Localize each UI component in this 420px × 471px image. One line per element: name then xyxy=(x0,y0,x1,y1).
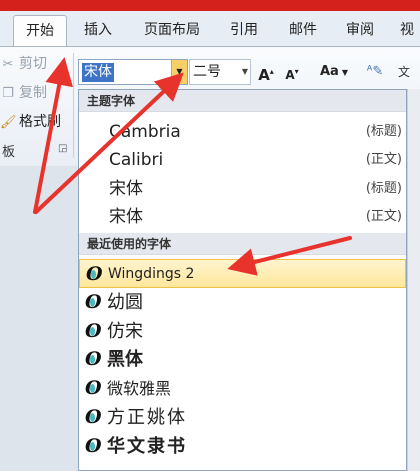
copy-label: 复制 xyxy=(19,85,47,101)
recent-font-item[interactable]: O 仿宋 xyxy=(79,317,406,346)
group-separator xyxy=(73,53,74,158)
format-painter-label: 格式刷 xyxy=(19,114,61,130)
theme-font-item[interactable]: 宋体 (正文) xyxy=(79,203,406,231)
clipboard-group-label: 板 xyxy=(2,145,16,160)
chevron-down-icon[interactable]: ▼ xyxy=(242,60,248,84)
font-type-icon: O xyxy=(85,377,102,399)
cut-button[interactable]: ✂ 剪切 xyxy=(0,52,47,76)
theme-fonts-header: 主题字体 xyxy=(79,90,406,112)
tab-references[interactable]: 引用 xyxy=(222,15,266,46)
window-title-bar xyxy=(0,0,420,11)
theme-font-item[interactable]: 宋体 (标题) xyxy=(79,175,406,203)
font-item-name: 宋体 xyxy=(109,179,143,199)
tab-view[interactable]: 视 xyxy=(395,15,419,46)
scissors-icon: ✂ xyxy=(2,57,14,72)
font-item-name: Cambria xyxy=(109,122,181,142)
font-item-name: 幼圆 xyxy=(107,292,143,313)
font-item-role: (正文) xyxy=(365,152,402,167)
font-type-icon: O xyxy=(85,435,102,457)
font-type-icon: O xyxy=(85,406,102,428)
recent-font-item[interactable]: O 黑体 xyxy=(79,345,406,374)
font-item-role: (标题) xyxy=(365,124,402,139)
grow-font-icon[interactable]: A▴ xyxy=(256,59,276,85)
clear-format-icon[interactable]: ᴬ✎ xyxy=(364,59,386,85)
chevron-down-icon[interactable]: ▼ xyxy=(171,60,187,84)
phonetic-guide-icon[interactable]: 文 xyxy=(394,59,414,85)
shrink-font-icon[interactable]: A▾ xyxy=(282,59,302,85)
font-item-name: 华文隶书 xyxy=(107,436,187,457)
recent-font-item[interactable]: O 微软雅黑 xyxy=(79,374,406,403)
document-area xyxy=(0,166,78,471)
font-item-role: (正文) xyxy=(365,209,402,224)
ribbon-right-edge xyxy=(407,89,420,471)
recent-fonts-header: 最近使用的字体 xyxy=(79,233,406,255)
tab-home[interactable]: 开始 xyxy=(13,15,67,46)
format-painter-button[interactable]: 🖌 格式刷 xyxy=(0,110,61,134)
tab-insert[interactable]: 插入 xyxy=(76,15,120,46)
tab-mailings[interactable]: 邮件 xyxy=(281,15,325,46)
font-type-icon: O xyxy=(85,320,102,342)
dialog-launcher-icon[interactable]: ◲ xyxy=(58,143,67,154)
font-item-name: Wingdings 2 xyxy=(108,266,195,282)
copy-icon: ❐ xyxy=(2,86,14,101)
recent-font-item-wingdings[interactable]: O Wingdings 2 xyxy=(79,259,406,288)
font-item-name: Calibri xyxy=(109,150,164,170)
recent-font-item[interactable]: O 方正姚体 xyxy=(79,403,406,432)
copy-button[interactable]: ❐ 复制 xyxy=(0,81,47,105)
theme-font-item[interactable]: Cambria (标题) xyxy=(79,118,406,146)
cut-label: 剪切 xyxy=(19,56,47,72)
font-dropdown-list[interactable]: 主题字体 Cambria (标题) Calibri (正文) 宋体 (标题) 宋… xyxy=(78,89,407,471)
tab-review[interactable]: 审阅 xyxy=(338,15,382,46)
font-type-icon: O xyxy=(85,348,102,370)
font-type-icon: O xyxy=(86,263,103,285)
font-name-value[interactable]: 宋体 xyxy=(82,63,114,82)
font-size-value[interactable]: 二号 xyxy=(193,60,221,84)
font-item-name: 仿宋 xyxy=(107,321,143,342)
theme-font-item[interactable]: Calibri (正文) xyxy=(79,146,406,174)
font-item-name: 宋体 xyxy=(109,207,143,227)
format-painter-icon: 🖌 xyxy=(0,115,17,130)
font-name-combobox[interactable]: 宋体 ▼ xyxy=(78,59,188,85)
font-item-name: 微软雅黑 xyxy=(107,379,172,398)
tab-page-layout[interactable]: 页面布局 xyxy=(132,15,212,46)
change-case-button[interactable]: Aa ▼ xyxy=(314,59,354,85)
font-item-name: 黑体 xyxy=(107,349,143,370)
recent-font-item[interactable]: O 幼圆 xyxy=(79,288,406,317)
chevron-down-icon: ▼ xyxy=(341,68,348,77)
ribbon-tab-bar: 开始 插入 页面布局 引用 邮件 审阅 视 xyxy=(0,11,420,46)
font-item-role: (标题) xyxy=(365,181,402,196)
font-item-name: 方正姚体 xyxy=(107,407,187,428)
recent-font-item[interactable]: O 华文隶书 xyxy=(79,432,406,461)
change-case-label: Aa xyxy=(320,64,339,79)
font-size-combobox[interactable]: 二号 ▼ xyxy=(189,59,251,85)
font-type-icon: O xyxy=(85,291,102,313)
